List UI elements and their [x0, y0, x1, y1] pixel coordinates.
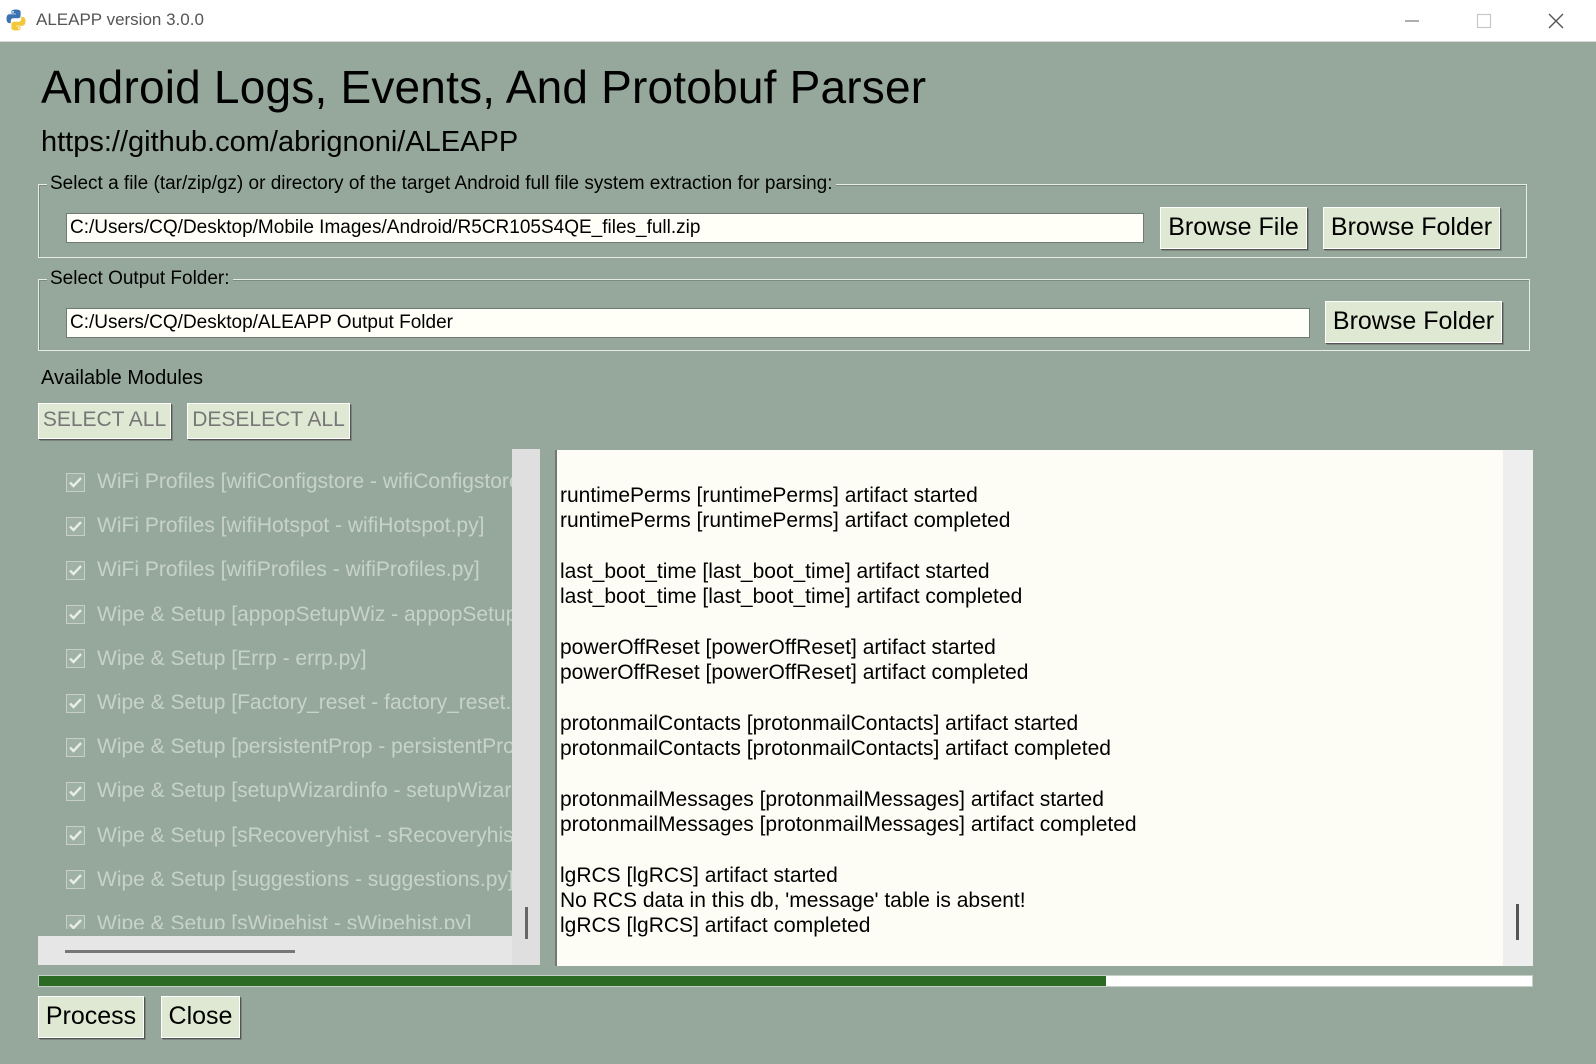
input-source-legend: Select a file (tar/zip/gz) or directory …: [47, 173, 836, 195]
minimize-icon: [1405, 19, 1419, 22]
input-source-group: Select a file (tar/zip/gz) or directory …: [38, 173, 1527, 258]
checkmark-icon: [69, 786, 82, 797]
deselect-all-button[interactable]: DESELECT ALL: [187, 403, 350, 439]
close-icon: [1548, 13, 1564, 28]
checkmark-icon: [69, 653, 82, 665]
progress-bar: [38, 975, 1533, 987]
module-checkbox[interactable]: [66, 649, 85, 669]
module-label: Wipe & Setup [Factory_reset - factory_re…: [97, 691, 512, 714]
browse-file-button[interactable]: Browse File: [1160, 207, 1307, 249]
module-item[interactable]: WiFi Profiles [wifiHotspot - wifiHotspot…: [66, 511, 512, 541]
module-label: Wipe & Setup [sWipehist - sWipehist.py]: [97, 912, 472, 929]
output-folder-group: Select Output Folder: C:/Users/CQ/Deskto…: [38, 268, 1530, 351]
checkmark-icon: [69, 830, 82, 841]
checkmark-icon: [69, 609, 82, 620]
module-item[interactable]: Wipe & Setup [appopSetupWiz - appopSetup: [66, 600, 512, 630]
maximize-icon: [1476, 13, 1492, 28]
module-item[interactable]: Wipe & Setup [sWipehist - sWipehist.py]: [66, 909, 512, 929]
checkmark-icon: [69, 476, 82, 488]
window-title: ALEAPP version 3.0.0: [36, 10, 204, 29]
module-checkbox[interactable]: [66, 560, 85, 580]
log-line: powerOffReset [powerOffReset] artifact s…: [560, 635, 996, 659]
module-label: WiFi Profiles [wifiProfiles - wifiProfil…: [97, 558, 480, 582]
input-path-field[interactable]: C:/Users/CQ/Desktop/Mobile Images/Androi…: [66, 213, 1144, 243]
log-line: powerOffReset [powerOffReset] artifact c…: [560, 661, 1029, 685]
module-item[interactable]: Wipe & Setup [persistentProp - persisten…: [66, 732, 512, 762]
module-label: Wipe & Setup [suggestions - suggestions.…: [97, 867, 512, 891]
modules-horizontal-scrollbar[interactable]: [38, 936, 512, 965]
log-line: protonmailMessages [protonmailMessages] …: [560, 787, 1104, 811]
module-list[interactable]: WiFi Profiles [wifiConfigstore - wifiCon…: [38, 449, 512, 929]
log-output[interactable]: runtimePerms [runtimePerms] artifact sta…: [555, 450, 1533, 966]
module-checkbox[interactable]: [66, 737, 85, 757]
module-item[interactable]: WiFi Profiles [wifiConfigstore - wifiCon…: [66, 467, 512, 497]
module-item[interactable]: Wipe & Setup [Factory_reset - factory_re…: [66, 688, 512, 718]
log-line: last_boot_time [last_boot_time] artifact…: [560, 559, 990, 583]
log-line: lgRCS [lgRCS] artifact started: [560, 863, 838, 887]
module-item[interactable]: Wipe & Setup [Errp - errp.py]: [66, 644, 512, 674]
progress-fill: [39, 976, 1107, 986]
module-item[interactable]: Wipe & Setup [setupWizardinfo - setupWiz…: [66, 776, 512, 806]
output-folder-legend: Select Output Folder:: [47, 268, 233, 290]
module-item[interactable]: Wipe & Setup [suggestions - suggestions.…: [66, 865, 512, 895]
process-button[interactable]: Process: [38, 996, 144, 1038]
module-label: Wipe & Setup [appopSetupWiz - appopSetup: [97, 602, 512, 626]
log-line: No RCS data in this db, 'message' table …: [560, 888, 1026, 912]
module-checkbox[interactable]: [66, 693, 85, 713]
close-window-button[interactable]: [1520, 0, 1592, 41]
python-icon: [6, 9, 26, 31]
module-label: Wipe & Setup [setupWizardinfo - setupWiz…: [97, 779, 512, 803]
module-label: Wipe & Setup [persistentProp - persisten…: [97, 735, 512, 759]
modules-horizontal-scroll-thumb[interactable]: [65, 950, 295, 953]
checkmark-icon: [69, 520, 82, 532]
log-line: runtimePerms [runtimePerms] artifact com…: [560, 509, 1011, 533]
module-label: WiFi Profiles [wifiHotspot - wifiHotspot…: [97, 514, 485, 538]
checkmark-icon: [69, 697, 82, 709]
log-line: last_boot_time [last_boot_time] artifact…: [560, 585, 1023, 609]
minimize-button[interactable]: [1376, 0, 1448, 41]
browse-input-folder-button[interactable]: Browse Folder: [1323, 207, 1500, 249]
log-line: runtimePerms [runtimePerms] artifact sta…: [560, 484, 978, 507]
module-item[interactable]: Wipe & Setup [sRecoveryhist - sRecoveryh…: [66, 821, 512, 851]
checkmark-icon: [69, 918, 82, 929]
checkmark-icon: [69, 565, 82, 576]
maximize-button[interactable]: [1448, 0, 1520, 41]
module-checkbox[interactable]: [66, 605, 85, 625]
module-checkbox[interactable]: [66, 781, 85, 801]
log-lines: runtimePerms [runtimePerms] artifact sta…: [560, 450, 1500, 966]
browse-output-folder-button[interactable]: Browse Folder: [1325, 301, 1502, 343]
main-window: Android Logs, Events, And Protobuf Parse…: [0, 42, 1596, 1064]
modules-panel: WiFi Profiles [wifiConfigstore - wifiCon…: [38, 449, 540, 965]
modules-vertical-scroll-thumb[interactable]: [525, 907, 528, 939]
log-line: lgRCS [lgRCS] artifact completed: [560, 914, 871, 938]
log-line: protonmailMessages [protonmailMessages] …: [560, 812, 1137, 836]
title-bar: ALEAPP version 3.0.0: [0, 0, 1596, 42]
available-modules-label: Available Modules: [41, 367, 203, 389]
module-label: Wipe & Setup [Errp - errp.py]: [97, 646, 367, 670]
module-checkbox[interactable]: [66, 826, 85, 846]
module-checkbox[interactable]: [66, 870, 85, 890]
module-checkbox[interactable]: [66, 914, 85, 929]
app-heading: Android Logs, Events, And Protobuf Parse…: [41, 61, 927, 113]
log-vertical-scrollbar[interactable]: [1503, 450, 1533, 966]
module-label: WiFi Profiles [wifiConfigstore - wifiCon…: [97, 470, 512, 493]
log-line: protonmailContacts [protonmailContacts] …: [560, 737, 1111, 760]
close-button[interactable]: Close: [161, 996, 240, 1038]
modules-vertical-scrollbar[interactable]: [512, 449, 540, 965]
module-label: Wipe & Setup [sRecoveryhist - sRecoveryh…: [97, 823, 512, 847]
project-url: https://github.com/abrignoni/ALEAPP: [41, 126, 519, 158]
log-line: protonmailContacts [protonmailContacts] …: [560, 711, 1079, 735]
checkmark-icon: [69, 874, 82, 886]
log-vertical-scroll-thumb[interactable]: [1516, 904, 1519, 940]
select-all-button[interactable]: SELECT ALL: [38, 403, 171, 439]
module-item[interactable]: WiFi Profiles [wifiProfiles - wifiProfil…: [66, 555, 512, 585]
output-path-field[interactable]: C:/Users/CQ/Desktop/ALEAPP Output Folder: [66, 308, 1310, 338]
checkmark-icon: [69, 741, 82, 753]
module-checkbox[interactable]: [66, 516, 85, 536]
module-checkbox[interactable]: [66, 472, 85, 492]
